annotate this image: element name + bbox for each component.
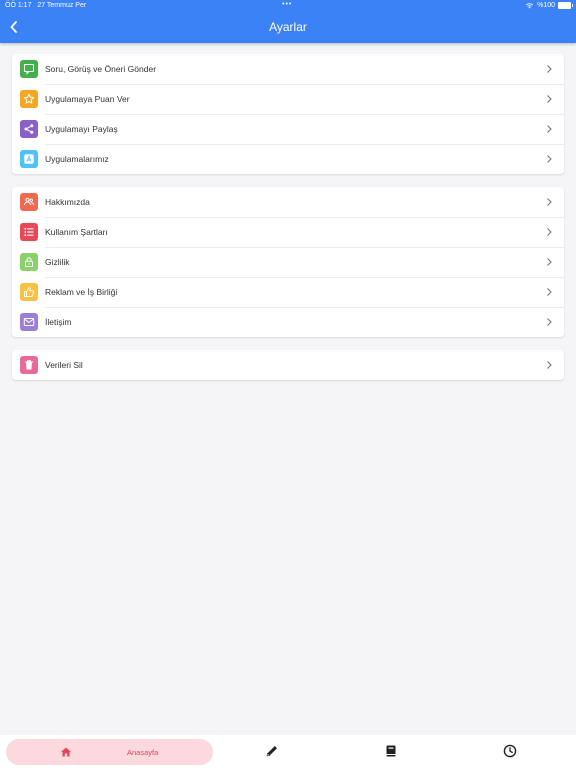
- nav-header: ÖÖ 1:17 27 Temmuz Per ••• %100 Ayarlar: [0, 0, 576, 43]
- settings-row-label: Uygulamalarımız: [45, 154, 109, 164]
- tab-history[interactable]: [502, 743, 518, 759]
- tab-write[interactable]: [264, 743, 280, 759]
- chat-icon: [20, 60, 38, 78]
- settings-group-data: Verileri Sil: [12, 350, 564, 380]
- settings-row-label: Gizlilik: [45, 257, 70, 267]
- tab-book[interactable]: [383, 743, 399, 759]
- clock-icon: [503, 744, 517, 758]
- settings-row-label: Verileri Sil: [45, 360, 83, 370]
- status-right: %100: [525, 2, 573, 9]
- trash-icon: [20, 356, 38, 374]
- star-icon: [20, 90, 38, 108]
- settings-row-advertising[interactable]: Reklam ve İş Birliği: [12, 277, 564, 307]
- pencil-icon: [266, 746, 277, 757]
- page-title: Ayarlar: [269, 20, 307, 34]
- chevron-right-icon: [547, 95, 552, 103]
- chevron-right-icon: [547, 228, 552, 236]
- thumbs-up-icon: [20, 283, 38, 301]
- mail-icon: [20, 313, 38, 331]
- settings-group-info: Hakkımızda Kullanım Şartları Gizlilik Re…: [12, 187, 564, 337]
- status-date: 27 Temmuz Per: [37, 2, 87, 9]
- settings-row-label: Uygulamaya Puan Ver: [45, 94, 130, 104]
- share-icon: [20, 120, 38, 138]
- settings-row-label: Soru, Görüş ve Öneri Gönder: [45, 64, 157, 74]
- settings-group-app: Soru, Görüş ve Öneri Gönder Uygulamaya P…: [12, 54, 564, 174]
- settings-row-label: Uygulamayı Paylaş: [45, 124, 118, 134]
- battery-icon: [558, 2, 573, 9]
- tab-home[interactable]: Anasayfa: [6, 739, 213, 765]
- chevron-right-icon: [547, 288, 552, 296]
- chevron-right-icon: [547, 198, 552, 206]
- settings-row-contact[interactable]: İletişim: [12, 307, 564, 337]
- settings-row-label: Reklam ve İş Birliği: [45, 287, 118, 297]
- settings-row-rate[interactable]: Uygulamaya Puan Ver: [12, 84, 564, 114]
- lock-icon: [20, 253, 38, 271]
- chevron-right-icon: [547, 361, 552, 369]
- list-icon: [20, 223, 38, 241]
- settings-row-privacy[interactable]: Gizlilik: [12, 247, 564, 277]
- tab-home-label: Anasayfa: [127, 748, 159, 757]
- settings-row-label: Kullanım Şartları: [45, 227, 108, 237]
- settings-row-about[interactable]: Hakkımızda: [12, 187, 564, 217]
- settings-row-delete-data[interactable]: Verileri Sil: [12, 350, 564, 380]
- status-time: ÖÖ 1:17 27 Temmuz Per: [5, 2, 86, 9]
- battery-percent: %100: [537, 2, 555, 9]
- chevron-right-icon: [547, 318, 552, 326]
- settings-row-label: Hakkımızda: [45, 197, 90, 207]
- wifi-icon: [525, 3, 534, 9]
- status-clock: ÖÖ 1:17: [5, 2, 32, 9]
- app-store-icon: [20, 150, 38, 168]
- chevron-right-icon: [547, 125, 552, 133]
- settings-row-our-apps[interactable]: Uygulamalarımız: [12, 144, 564, 174]
- multitask-dots[interactable]: •••: [282, 1, 292, 8]
- chevron-right-icon: [547, 258, 552, 266]
- tab-bar: Anasayfa: [0, 735, 576, 768]
- book-icon: [386, 745, 396, 757]
- settings-row-terms[interactable]: Kullanım Şartları: [12, 217, 564, 247]
- chevron-right-icon: [547, 155, 552, 163]
- settings-row-label: İletişim: [45, 317, 72, 327]
- people-icon: [20, 193, 38, 211]
- status-bar: ÖÖ 1:17 27 Temmuz Per ••• %100: [0, 0, 576, 12]
- settings-row-share[interactable]: Uygulamayı Paylaş: [12, 114, 564, 144]
- settings-row-feedback[interactable]: Soru, Görüş ve Öneri Gönder: [12, 54, 564, 84]
- chevron-right-icon: [547, 65, 552, 73]
- home-icon: [61, 747, 71, 757]
